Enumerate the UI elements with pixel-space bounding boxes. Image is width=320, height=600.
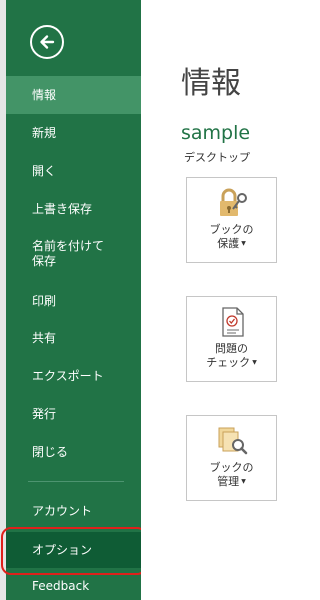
document-checklist-icon [221, 307, 244, 337]
documents-search-icon [218, 427, 247, 455]
nav-item-info[interactable]: 情報 [6, 76, 141, 114]
label-line2: 管理 [217, 475, 240, 488]
label-line1: ブックの [209, 461, 254, 474]
label-line1: 問題の [215, 342, 248, 355]
back-button[interactable] [30, 25, 64, 59]
nav-item-label: 上書き保存 [32, 201, 93, 216]
nav-item-label: 共有 [32, 330, 57, 345]
check-issues-button[interactable]: 問題の チェック ▼ [186, 296, 277, 382]
protect-workbook-label: ブックの 保護 ▼ [210, 223, 254, 251]
check-issues-label: 問題の チェック ▼ [206, 342, 257, 370]
nav-item-close[interactable]: 閉じる [6, 435, 141, 469]
nav-item-label: アカウント [32, 503, 93, 518]
nav-item-share[interactable]: 共有 [6, 321, 141, 355]
page-title: 情報 [181, 66, 241, 101]
manage-workbook-button[interactable]: ブックの 管理 ▼ [186, 415, 277, 501]
nav-item-label: オプション [32, 542, 93, 557]
dropdown-caret-icon: ▼ [252, 359, 257, 366]
nav-item-label: 情報 [32, 87, 57, 102]
nav-item-options[interactable]: オプション [6, 532, 141, 568]
nav-item-label: 開く [32, 163, 57, 178]
protect-workbook-button[interactable]: ブックの 保護 ▼ [186, 177, 277, 263]
nav-item-feedback[interactable]: Feedback [6, 572, 141, 600]
nav-item-label: エクスポート [32, 368, 104, 383]
label-line1: ブックの [209, 223, 254, 236]
nav-item-export[interactable]: エクスポート [6, 359, 141, 393]
label-line2: 保護 [217, 237, 240, 250]
nav-item-print[interactable]: 印刷 [6, 284, 141, 318]
label-line2: チェック [206, 356, 251, 369]
nav-item-publish[interactable]: 発行 [6, 397, 141, 431]
nav-item-label: Feedback [32, 578, 90, 593]
document-location: デスクトップ [184, 151, 250, 164]
sidebar-divider [28, 481, 124, 482]
document-name: sample [181, 122, 251, 144]
dropdown-caret-icon: ▼ [241, 240, 246, 247]
nav-item-label-line1: 名前を付けて [32, 239, 105, 253]
dropdown-caret-icon: ▼ [241, 478, 246, 485]
backstage-sidebar: 情報 新規 開く 上書き保存 名前を付けて 保存 印刷 共有 エクスポート 発行… [6, 0, 141, 600]
nav-item-label: 名前を付けて 保存 [32, 239, 104, 269]
nav-item-open[interactable]: 開く [6, 154, 141, 188]
nav-item-label: 発行 [32, 406, 57, 421]
nav-item-save[interactable]: 上書き保存 [6, 192, 141, 226]
nav-item-new[interactable]: 新規 [6, 116, 141, 150]
nav-item-label: 閉じる [32, 444, 69, 459]
nav-item-account[interactable]: アカウント [6, 494, 141, 528]
info-panel: 情報 sample デスクトップ ブックの 保護 ▼ 問題の チェック ▼ ブッ… [141, 0, 286, 600]
nav-item-label: 新規 [32, 125, 57, 140]
arrow-left-icon [40, 35, 55, 49]
nav-item-label: 印刷 [32, 293, 57, 308]
nav-item-label-line2: 保存 [32, 254, 57, 268]
nav-item-save-as[interactable]: 名前を付けて 保存 [6, 234, 141, 274]
lock-key-icon [219, 188, 247, 216]
manage-workbook-label: ブックの 管理 ▼ [210, 461, 254, 489]
